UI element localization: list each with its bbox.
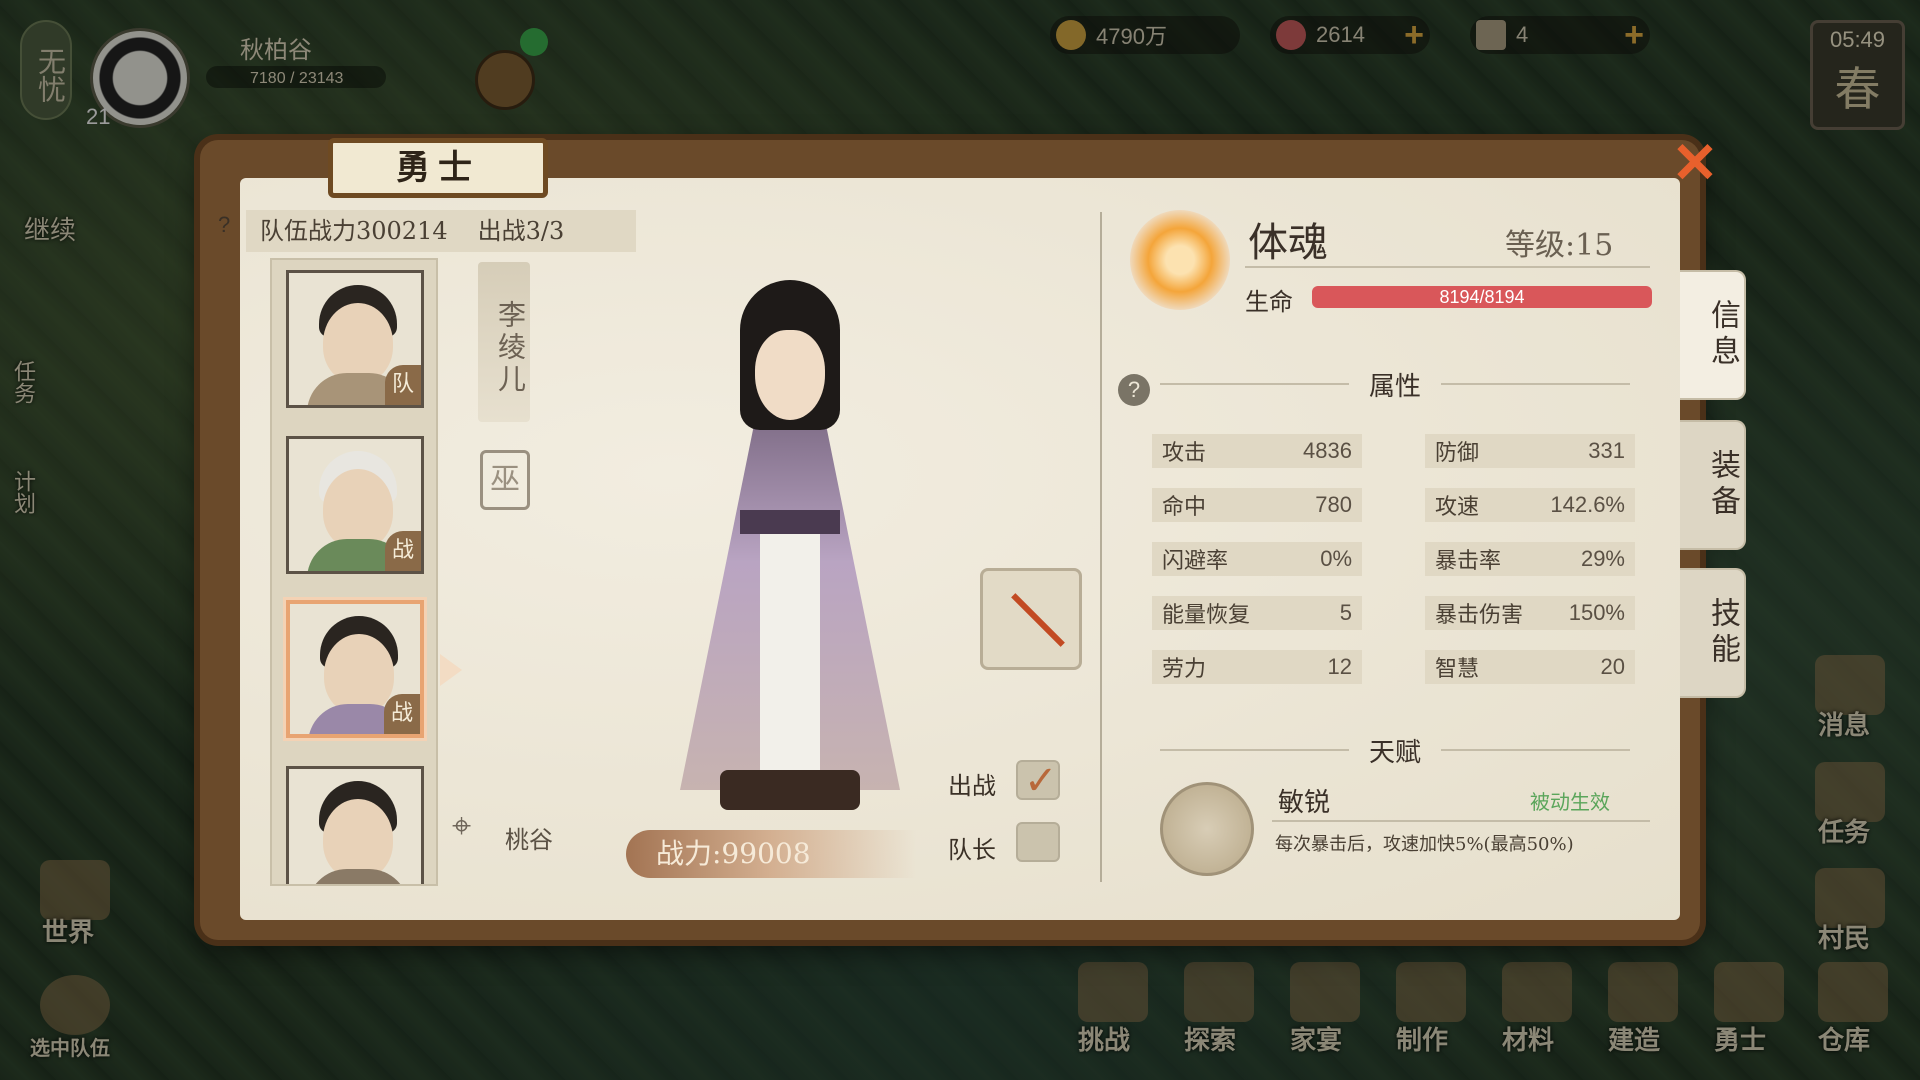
attribute-name: 命中 [1162,495,1207,520]
attribute-row: 攻速 142.6% [1425,488,1635,522]
hero-tag: 队 [385,365,421,405]
attribute-value: 331 [1588,438,1625,463]
talent-header: 天赋 [1160,730,1631,770]
attribute-value: 780 [1315,492,1352,517]
attribute-value: 4836 [1303,438,1352,463]
character-boots [720,770,860,810]
character-apron [760,520,820,780]
talent-title: 天赋 [1369,737,1422,768]
hero-tag: 战 [385,531,421,571]
checkmark-icon: ✓ [1024,758,1058,804]
panel-title: 勇士 [328,138,548,198]
attribute-row: 闪避率 0% [1152,542,1362,576]
talent-underline [1272,820,1650,822]
tab-info[interactable]: 信息 [1680,270,1746,400]
attribute-name: 攻速 [1435,495,1480,520]
location-label: 桃谷 [505,826,553,854]
tab-skills[interactable]: 技能 [1680,568,1746,698]
attribute-row: 劳力 12 [1152,650,1362,684]
attribute-name: 暴击伤害 [1435,603,1524,628]
hero-card[interactable] [286,766,424,884]
attribute-value: 20 [1600,654,1625,679]
talent-name: 敏锐 [1278,788,1331,818]
location-pin-icon: ⌖ [452,806,472,846]
attribute-name: 智慧 [1435,657,1480,682]
attribute-value: 150% [1568,600,1625,625]
class-stamp-icon[interactable]: 巫 [480,450,530,510]
hp-value: 8194/8194 [1439,287,1525,307]
header-line [1160,383,1349,385]
attribute-name: 劳力 [1162,657,1207,682]
tab-equipment[interactable]: 装备 [1680,420,1746,550]
hp-bar: 8194/8194 [1312,286,1652,308]
hero-tag: 战 [384,694,420,734]
attribute-value: 5 [1339,600,1352,625]
attribute-name: 攻击 [1162,441,1207,466]
talent-description: 每次暴击后，攻速加快5%(最高50%) [1275,834,1574,855]
hero-card[interactable]: 队 [286,270,424,408]
attribute-name: 闪避率 [1162,549,1229,574]
attribute-row: 防御 331 [1425,434,1635,468]
question-icon[interactable]: ? [1118,374,1150,406]
team-info-bar: 队伍战力300214 出战3/3 [246,210,636,252]
header-line [1160,749,1349,751]
character-name: 李绫儿 [478,262,530,422]
selection-arrow-icon [440,654,462,686]
team-help-icon[interactable]: ? [218,212,230,238]
attribute-row: 命中 780 [1152,488,1362,522]
close-button[interactable]: ✕ [1670,135,1720,191]
running-figure-icon[interactable] [1160,782,1254,876]
hp-label: 生命 [1245,288,1293,316]
captain-checkbox[interactable] [1016,822,1060,862]
deploy-label: 出战 [948,772,996,800]
weapon-slot[interactable] [980,568,1082,670]
hero-portrait-body [307,869,409,884]
spirit-type: 体魂 [1248,220,1328,266]
panel-divider [1100,212,1102,882]
attribute-row: 智慧 20 [1425,650,1635,684]
header-line [1441,749,1631,751]
hero-card-selected[interactable]: 战 [286,600,424,738]
hero-portrait-face [323,469,393,549]
attribute-value: 142.6% [1550,492,1625,517]
character-figure [660,270,920,830]
attribute-name: 能量恢复 [1162,603,1251,628]
header-line [1441,383,1631,385]
character-belt [740,510,840,534]
plum-blossom-icon [1130,210,1230,310]
hero-card[interactable]: 战 [286,436,424,574]
attributes-header: 属性 [1160,364,1631,404]
attribute-value: 0% [1320,546,1352,571]
hero-roster[interactable]: 队 战 战 [270,258,438,886]
deploy-count: 出战3/3 [477,217,565,245]
attribute-value: 29% [1580,546,1625,571]
hero-level: 等级:15 [1505,228,1614,263]
attribute-row: 攻击 4836 [1152,434,1362,468]
hero-portrait-face [324,634,394,714]
spear-icon [1011,593,1065,647]
talent-status: 被动生效 [1530,790,1610,814]
deploy-checkbox[interactable]: ✓ [1016,758,1060,804]
attribute-value: 12 [1327,654,1352,679]
combat-power: 战力:99008 [626,830,916,878]
attribute-row: 暴击率 29% [1425,542,1635,576]
hero-portrait-face [323,799,393,879]
title-underline [1245,266,1650,268]
hero-portrait-face [323,303,393,383]
attribute-name: 暴击率 [1435,549,1502,574]
attributes-title: 属性 [1369,371,1422,402]
attribute-row: 暴击伤害 150% [1425,596,1635,630]
attribute-name: 防御 [1435,441,1480,466]
captain-label: 队长 [948,836,996,864]
team-power: 队伍战力300214 [260,217,448,245]
character-face [755,330,825,420]
attribute-row: 能量恢复 5 [1152,596,1362,630]
